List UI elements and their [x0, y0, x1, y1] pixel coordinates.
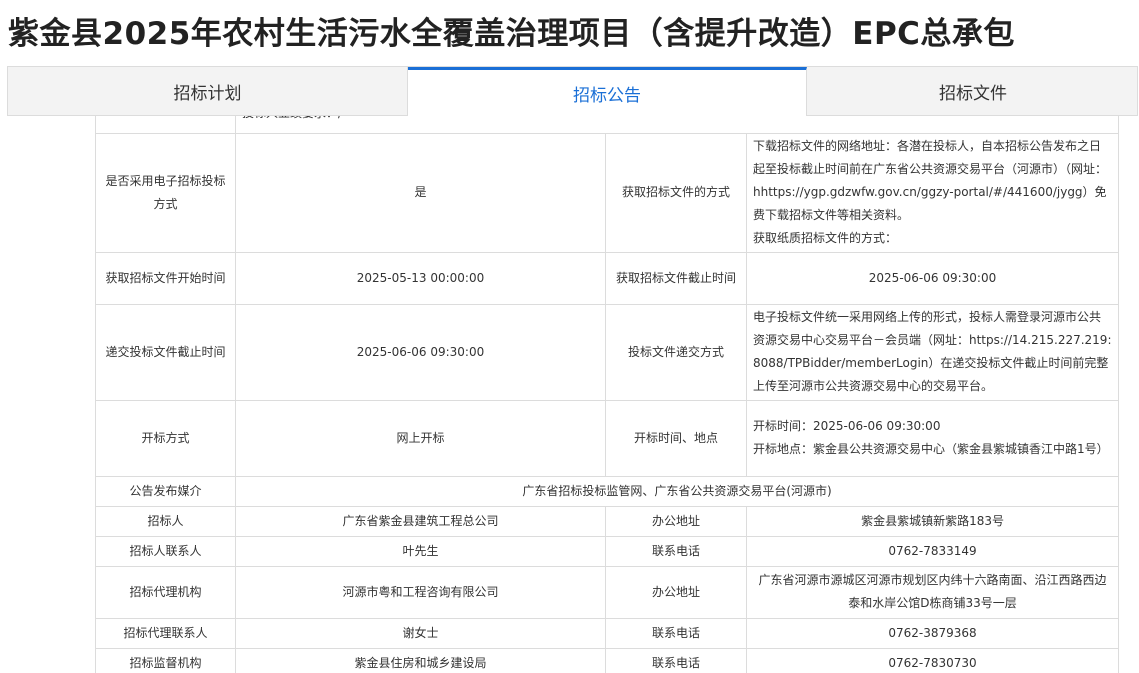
announcement-table: 投标人业绩要求：/ 是否采用电子招标投标方式 是 获取招标文件的方式 下载招标文…: [95, 116, 1120, 673]
open-time-text: 开标时间：2025-06-06 09:30:00: [753, 419, 941, 433]
agency-label: 招标代理机构: [95, 565, 236, 619]
table-row: 招标人联系人 叶先生 联系电话 0762-7833149: [95, 535, 1120, 567]
performance-requirement-text: 投标人业绩要求：/: [234, 116, 1120, 134]
tab-bid-documents[interactable]: 招标文件: [807, 67, 1139, 115]
supervisor-label: 招标监督机构: [95, 647, 236, 673]
open-method-value: 网上开标: [235, 399, 606, 477]
agency-address-label: 办公地址: [605, 565, 747, 619]
tenderer-contact-value: 叶先生: [235, 535, 606, 567]
table-row: 公告发布媒介 广东省招标投标监管网、广东省公共资源交易平台(河源市): [95, 475, 1120, 507]
supervisor-phone-label: 联系电话: [605, 647, 747, 673]
table-row: 招标代理联系人 谢女士 联系电话 0762-3879368: [95, 617, 1120, 649]
open-method-label: 开标方式: [95, 399, 236, 477]
obtain-online-text: 下载招标文件的网络地址：各潜在投标人，自本招标公告发布之日起至投标截止时间前在广…: [753, 139, 1108, 222]
agency-phone-value: 0762-3879368: [745, 617, 1120, 649]
agency-address-value: 广东省河源市源城区河源市规划区内纬十六路南面、沿江西路西边泰和水岸公馆D栋商铺3…: [745, 565, 1120, 619]
tenderer-contact-label: 招标人联系人: [95, 535, 236, 567]
obtain-end-label: 获取招标文件截止时间: [605, 251, 747, 305]
obtain-paper-text: 获取纸质招标文件的方式：: [753, 231, 898, 245]
agency-contact-value: 谢女士: [235, 617, 606, 649]
tab-bar: 招标计划 招标公告 招标文件: [7, 66, 1138, 116]
tenderer-value: 广东省紫金县建筑工程总公司: [235, 505, 606, 537]
submit-deadline-value: 2025-06-06 09:30:00: [235, 303, 606, 401]
electronic-bidding-label: 是否采用电子招标投标方式: [95, 132, 236, 253]
open-time-place-value: 开标时间：2025-06-06 09:30:00 开标地点：紫金县公共资源交易中…: [745, 399, 1120, 477]
tenderer-phone-value: 0762-7833149: [745, 535, 1120, 567]
agency-contact-label: 招标代理联系人: [95, 617, 236, 649]
table-row: 投标人业绩要求：/: [95, 116, 1120, 134]
supervisor-phone-value: 0762-7830730: [745, 647, 1120, 673]
table-row: 获取招标文件开始时间 2025-05-13 00:00:00 获取招标文件截止时…: [95, 251, 1120, 305]
page-title: 紫金县2025年农村生活污水全覆盖治理项目（含提升改造）EPC总承包: [8, 16, 1015, 52]
table-row: 递交投标文件截止时间 2025-06-06 09:30:00 投标文件递交方式 …: [95, 303, 1120, 401]
tenderer-address-label: 办公地址: [605, 505, 747, 537]
media-value: 广东省招标投标监管网、广东省公共资源交易平台(河源市): [234, 475, 1120, 507]
agency-value: 河源市粤和工程咨询有限公司: [235, 565, 606, 619]
open-place-text: 开标地点：紫金县公共资源交易中心（紫金县紫城镇香江中路1号）: [753, 442, 1109, 456]
obtain-start-label: 获取招标文件开始时间: [95, 251, 236, 305]
submit-method-value: 电子投标文件统一采用网络上传的形式，投标人需登录河源市公共资源交易中心交易平台－…: [745, 303, 1120, 401]
media-label: 公告发布媒介: [95, 475, 236, 507]
table-row: 开标方式 网上开标 开标时间、地点 开标时间：2025-06-06 09:30:…: [95, 399, 1120, 477]
tenderer-address-value: 紫金县紫城镇新紫路183号: [745, 505, 1120, 537]
obtain-end-value: 2025-06-06 09:30:00: [745, 251, 1120, 305]
tenderer-phone-label: 联系电话: [605, 535, 747, 567]
obtain-start-value: 2025-05-13 00:00:00: [235, 251, 606, 305]
supervisor-value: 紫金县住房和城乡建设局: [235, 647, 606, 673]
submit-method-label: 投标文件递交方式: [605, 303, 747, 401]
announcement-content: 投标人业绩要求：/ 是否采用电子招标投标方式 是 获取招标文件的方式 下载招标文…: [0, 116, 1139, 673]
obtain-method-label: 获取招标文件的方式: [605, 132, 747, 253]
submit-deadline-label: 递交投标文件截止时间: [95, 303, 236, 401]
open-time-place-label: 开标时间、地点: [605, 399, 747, 477]
table-row: 招标人 广东省紫金县建筑工程总公司 办公地址 紫金县紫城镇新紫路183号: [95, 505, 1120, 537]
table-row: 招标代理机构 河源市粤和工程咨询有限公司 办公地址 广东省河源市源城区河源市规划…: [95, 565, 1120, 619]
table-row: 招标监督机构 紫金县住房和城乡建设局 联系电话 0762-7830730: [95, 647, 1120, 673]
tab-bid-plan[interactable]: 招标计划: [8, 67, 408, 115]
table-row: 是否采用电子招标投标方式 是 获取招标文件的方式 下载招标文件的网络地址：各潜在…: [95, 132, 1120, 253]
tenderer-label: 招标人: [95, 505, 236, 537]
tab-bid-announcement[interactable]: 招标公告: [408, 67, 807, 116]
agency-phone-label: 联系电话: [605, 617, 747, 649]
obtain-method-value: 下载招标文件的网络地址：各潜在投标人，自本招标公告发布之日起至投标截止时间前在广…: [745, 132, 1120, 253]
electronic-bidding-value: 是: [235, 132, 606, 253]
